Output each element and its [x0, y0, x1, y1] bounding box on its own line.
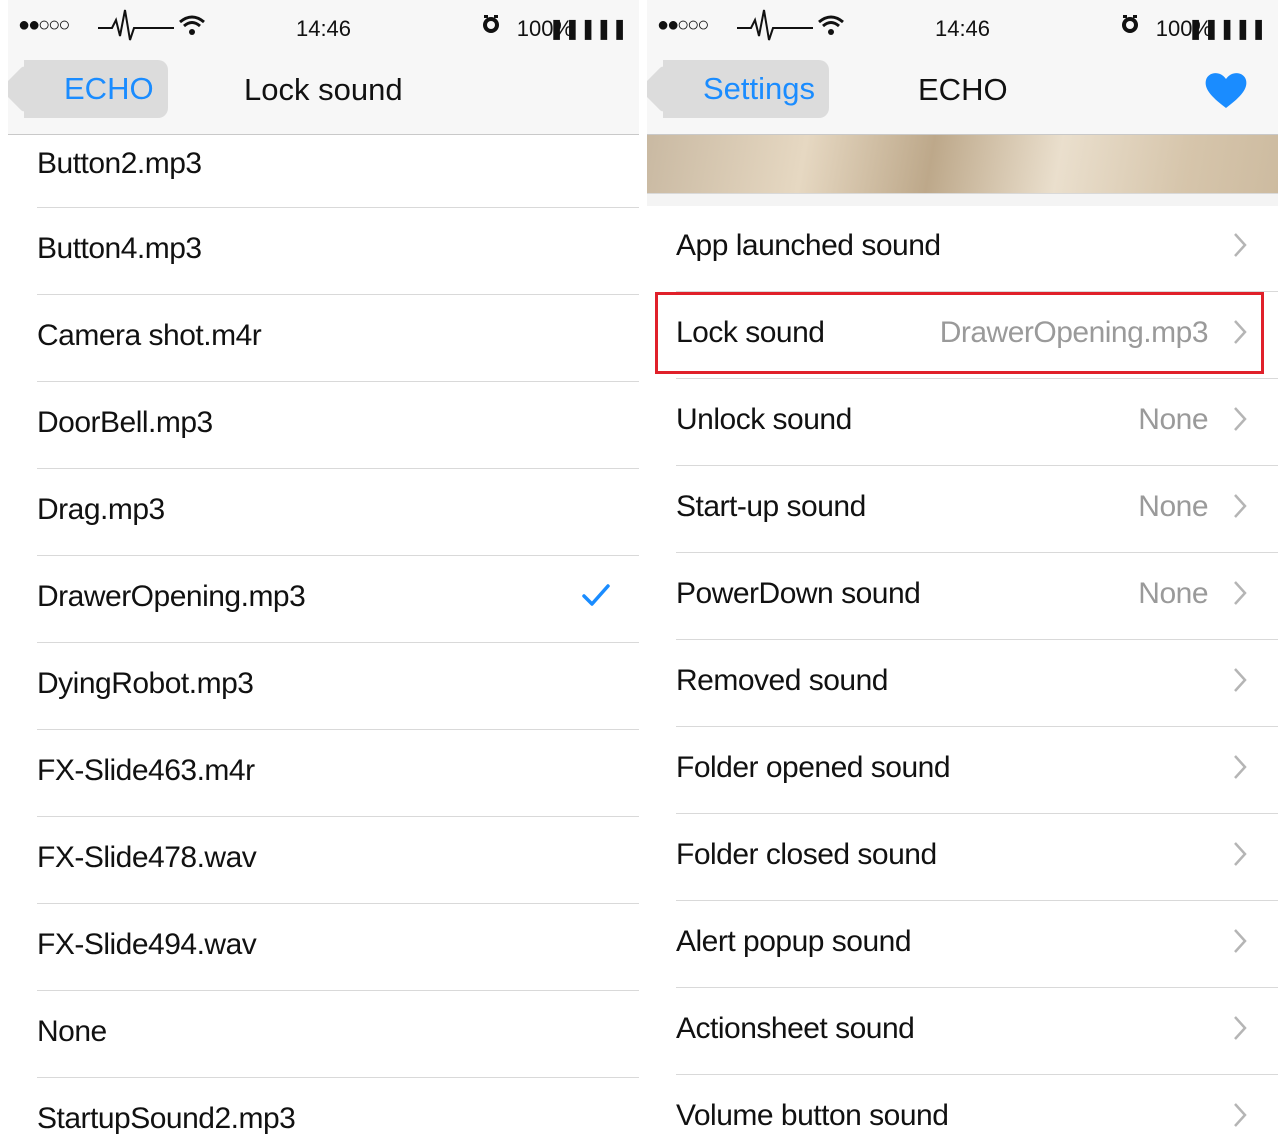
chevron-right-icon — [1232, 1101, 1248, 1134]
list-item-label: DoorBell.mp3 — [37, 406, 213, 439]
list-item-label: None — [37, 1015, 107, 1048]
settings-row[interactable]: PowerDown sound None — [676, 553, 1278, 640]
navigation-bar: Settings ECHO — [647, 56, 1278, 135]
chevron-right-icon — [1232, 492, 1248, 525]
settings-row-label: Folder opened sound — [676, 751, 951, 784]
back-button[interactable]: ECHO — [24, 60, 168, 118]
list-item[interactable]: None — [37, 991, 639, 1078]
list-item[interactable]: StartupSound2.mp3 — [37, 1078, 639, 1136]
list-item-label: Camera shot.m4r — [37, 319, 262, 352]
alarm-icon — [481, 14, 501, 40]
page-title: ECHO — [918, 72, 1008, 107]
list-item-label: Button4.mp3 — [37, 232, 202, 265]
settings-row[interactable]: Folder opened sound — [676, 727, 1278, 814]
navigation-bar: ECHO Lock sound — [8, 56, 639, 135]
header-banner-image — [647, 135, 1278, 193]
list-item-label: Button2.mp3 — [37, 147, 202, 180]
back-button-label: Settings — [703, 71, 816, 106]
settings-row[interactable]: App launched sound — [676, 205, 1278, 292]
back-button[interactable]: Settings — [663, 60, 830, 118]
list-item[interactable]: Button4.mp3 — [37, 208, 639, 295]
settings-row-value: None — [1138, 577, 1208, 610]
settings-row-label: Unlock sound — [676, 403, 852, 436]
settings-row[interactable]: Actionsheet sound — [676, 988, 1278, 1075]
list-item-label: DyingRobot.mp3 — [37, 667, 254, 700]
list-item[interactable]: Drag.mp3 — [37, 469, 639, 556]
list-item[interactable]: FX-Slide494.wav — [37, 904, 639, 991]
chevron-right-icon — [1232, 579, 1248, 612]
list-item[interactable]: DoorBell.mp3 — [37, 382, 639, 469]
chevron-right-icon — [1232, 405, 1248, 438]
list-item-label: FX-Slide463.m4r — [37, 754, 255, 787]
settings-row[interactable]: Unlock sound None — [676, 379, 1278, 466]
chevron-right-icon — [1232, 1014, 1248, 1047]
settings-row-value: None — [1138, 490, 1208, 523]
settings-row-label: Folder closed sound — [676, 838, 937, 871]
sound-file-list: Button2.mp3 Button4.mp3 Camera shot.m4r Doo… — [8, 135, 639, 1136]
settings-row[interactable]: Alert popup sound — [676, 901, 1278, 988]
list-item-label: StartupSound2.mp3 — [37, 1102, 296, 1135]
settings-row[interactable]: Start-up sound None — [676, 466, 1278, 553]
list-item[interactable]: DyingRobot.mp3 — [37, 643, 639, 730]
heart-icon[interactable] — [1204, 70, 1248, 115]
settings-row-label: PowerDown sound — [676, 577, 921, 610]
settings-row-value: None — [1138, 403, 1208, 436]
checkmark-icon — [581, 582, 611, 615]
list-item-label: Drag.mp3 — [37, 493, 165, 526]
echo-settings-screen: ●●○○○ 14:46 100% ❚❚❚❚❚ Settings ECHO App… — [647, 0, 1278, 1136]
list-item[interactable]: FX-Slide478.wav — [37, 817, 639, 904]
highlight-box — [655, 292, 1264, 374]
settings-row-label: Alert popup sound — [676, 925, 912, 958]
settings-row-label: Volume button sound — [676, 1099, 949, 1132]
settings-row[interactable]: Removed sound — [676, 640, 1278, 727]
settings-row-label: Actionsheet sound — [676, 1012, 915, 1045]
chevron-right-icon — [1232, 753, 1248, 786]
alarm-icon — [1120, 14, 1140, 40]
chevron-right-icon — [1232, 927, 1248, 960]
battery-icon: ❚❚❚❚❚ — [548, 18, 628, 40]
list-item[interactable]: DrawerOpening.mp3 — [37, 556, 639, 643]
settings-row[interactable]: Volume button sound — [676, 1075, 1278, 1136]
list-item[interactable]: Camera shot.m4r — [37, 295, 639, 382]
list-item[interactable]: Button2.mp3 — [37, 135, 639, 208]
chevron-right-icon — [1232, 840, 1248, 873]
list-item-label: DrawerOpening.mp3 — [37, 580, 306, 613]
back-button-label: ECHO — [64, 71, 154, 106]
page-title: Lock sound — [244, 72, 403, 107]
list-item-label: FX-Slide494.wav — [37, 928, 257, 961]
status-bar: ●●○○○ 14:46 100% ❚❚❚❚❚ — [8, 0, 639, 56]
battery-icon: ❚❚❚❚❚ — [1187, 18, 1267, 40]
lock-sound-screen: ●●○○○ 14:46 100% ❚❚❚❚❚ ECHO Lock sound B… — [8, 0, 639, 1136]
list-item-label: FX-Slide478.wav — [37, 841, 257, 874]
settings-row-label: Removed sound — [676, 664, 888, 697]
settings-row[interactable]: Folder closed sound — [676, 814, 1278, 901]
status-bar: ●●○○○ 14:46 100% ❚❚❚❚❚ — [647, 0, 1278, 56]
settings-row-label: App launched sound — [676, 229, 941, 262]
list-item[interactable]: FX-Slide463.m4r — [37, 730, 639, 817]
settings-row-label: Start-up sound — [676, 490, 866, 523]
chevron-right-icon — [1232, 231, 1248, 264]
chevron-right-icon — [1232, 666, 1248, 699]
